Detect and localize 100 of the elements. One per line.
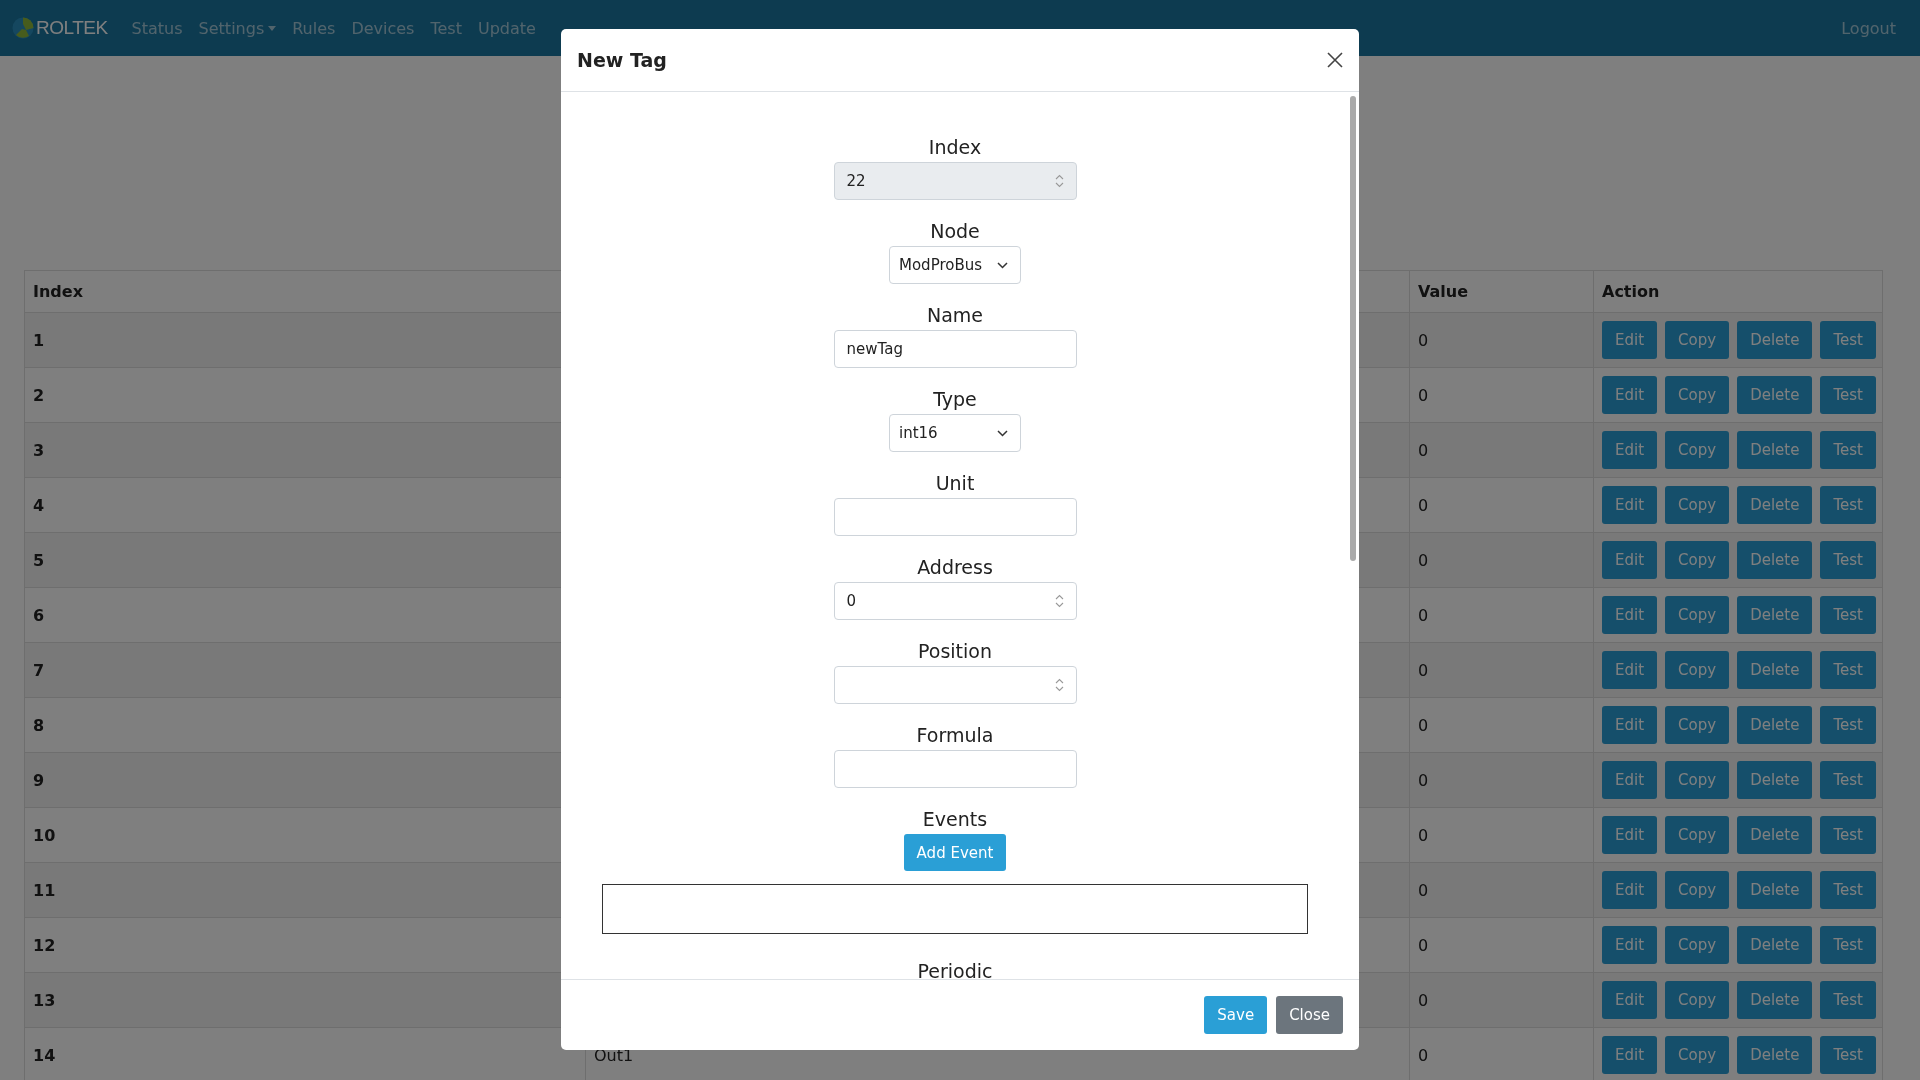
action-button[interactable]: Copy [1665,926,1730,964]
table-cell: 0 [1418,605,1429,625]
action-button[interactable]: Delete [1737,541,1813,579]
action-button[interactable]: Test [1820,376,1876,414]
action-button[interactable]: Delete [1737,761,1813,799]
action-button[interactable]: Copy [1665,651,1730,689]
action-button[interactable]: Edit [1602,321,1658,359]
action-button[interactable]: Edit [1602,486,1658,524]
action-button[interactable]: Delete [1737,706,1813,744]
brand-name[interactable]: ROLTEK [36,17,108,39]
table-cell: 0 [1418,825,1429,845]
action-button[interactable]: Delete [1737,376,1813,414]
action-button[interactable]: Test [1820,596,1876,634]
action-button[interactable]: Edit [1602,926,1658,964]
modal-title: New Tag [577,49,667,71]
field-label: Name [926,303,984,328]
action-button[interactable]: Delete [1737,486,1813,524]
action-button[interactable]: Test [1820,431,1876,469]
action-button[interactable]: Edit [1602,871,1658,909]
action-button[interactable]: Delete [1737,981,1813,1019]
action-button[interactable]: Copy [1665,816,1730,854]
nav-link[interactable]: Status [131,18,183,38]
table-cell: 11 [33,880,56,900]
input-field[interactable] [833,498,1077,536]
table-cell: 13 [33,990,56,1010]
action-button[interactable]: Edit [1602,376,1658,414]
number-field[interactable]: 0 [833,582,1077,620]
action-button[interactable]: Copy [1665,321,1730,359]
scrollbar[interactable] [1350,96,1356,561]
table-cell: 5 [33,550,45,570]
table-cell: 0 [1418,990,1429,1010]
action-button[interactable]: Edit [1602,596,1658,634]
logo-icon [12,17,34,39]
close-icon[interactable] [1327,52,1343,68]
action-button[interactable]: Test [1820,321,1876,359]
action-button[interactable]: Test [1820,651,1876,689]
input-field[interactable]: newTag [833,330,1077,368]
action-button[interactable]: Copy [1665,376,1730,414]
action-button[interactable]: Delete [1737,431,1813,469]
select-field[interactable]: int16 [889,414,1021,452]
action-button[interactable]: Delete [1737,321,1813,359]
spinner-icon[interactable] [1054,594,1064,608]
action-button[interactable]: Copy [1665,761,1730,799]
action-button[interactable]: Test [1820,541,1876,579]
nav-link[interactable]: Devices [351,18,415,38]
action-button[interactable]: Test [1820,981,1876,1019]
action-button[interactable]: Copy [1665,431,1730,469]
action-button[interactable]: Copy [1665,981,1730,1019]
spinner-icon[interactable] [1054,678,1064,692]
table-cell: 7 [33,660,45,680]
action-button[interactable]: Delete [1737,926,1813,964]
number-field[interactable] [833,666,1077,704]
action-button[interactable]: Delete [1737,651,1813,689]
add-event-button[interactable]: Add Event [903,834,1007,871]
action-button[interactable]: Test [1820,1036,1876,1074]
action-button[interactable]: Copy [1665,541,1730,579]
nav-link[interactable]: Update [477,18,536,38]
table-cell: 12 [33,935,56,955]
action-button[interactable]: Edit [1602,431,1658,469]
action-button[interactable]: Delete [1737,816,1813,854]
table-cell: 0 [1418,1045,1429,1065]
nav-link[interactable]: Settings [198,18,277,38]
field-label: Node [930,219,980,244]
action-button[interactable]: Edit [1602,651,1658,689]
action-button[interactable]: Delete [1737,871,1813,909]
action-button[interactable]: Copy [1665,1036,1730,1074]
action-button[interactable]: Copy [1665,871,1730,909]
action-button[interactable]: Edit [1602,706,1658,744]
action-button[interactable]: Test [1820,761,1876,799]
action-button[interactable]: Edit [1602,761,1658,799]
field-label: Index [928,135,982,160]
action-button[interactable]: Edit [1602,816,1658,854]
save-button[interactable]: Save [1204,996,1268,1034]
table-cell: 0 [1418,660,1429,680]
action-button[interactable]: Copy [1665,706,1730,744]
table-cell: 1 [33,330,45,350]
action-button[interactable]: Edit [1602,1036,1658,1074]
table-cell: 6 [33,605,45,625]
action-button[interactable]: Test [1820,816,1876,854]
action-button[interactable]: Edit [1602,981,1658,1019]
action-button[interactable]: Test [1820,486,1876,524]
table-cell: 0 [1418,935,1429,955]
action-button[interactable]: Test [1820,926,1876,964]
action-button[interactable]: Test [1820,706,1876,744]
field-label: Periodic [917,959,993,979]
action-button[interactable]: Edit [1602,541,1658,579]
action-button[interactable]: Copy [1665,486,1730,524]
action-button[interactable]: Delete [1737,596,1813,634]
action-button[interactable]: Copy [1665,596,1730,634]
table-cell: 8 [33,715,45,735]
close-button[interactable]: Close [1276,996,1343,1034]
action-button[interactable]: Delete [1737,1036,1813,1074]
table-cell: 3 [33,440,45,460]
action-button[interactable]: Test [1820,871,1876,909]
table-cell: 0 [1418,495,1429,515]
input-field[interactable] [833,750,1077,788]
logout-link[interactable]: Logout [1841,18,1896,38]
select-field[interactable]: ModProBus [889,246,1021,284]
nav-link[interactable]: Test [430,18,462,38]
nav-link[interactable]: Rules [292,18,336,38]
